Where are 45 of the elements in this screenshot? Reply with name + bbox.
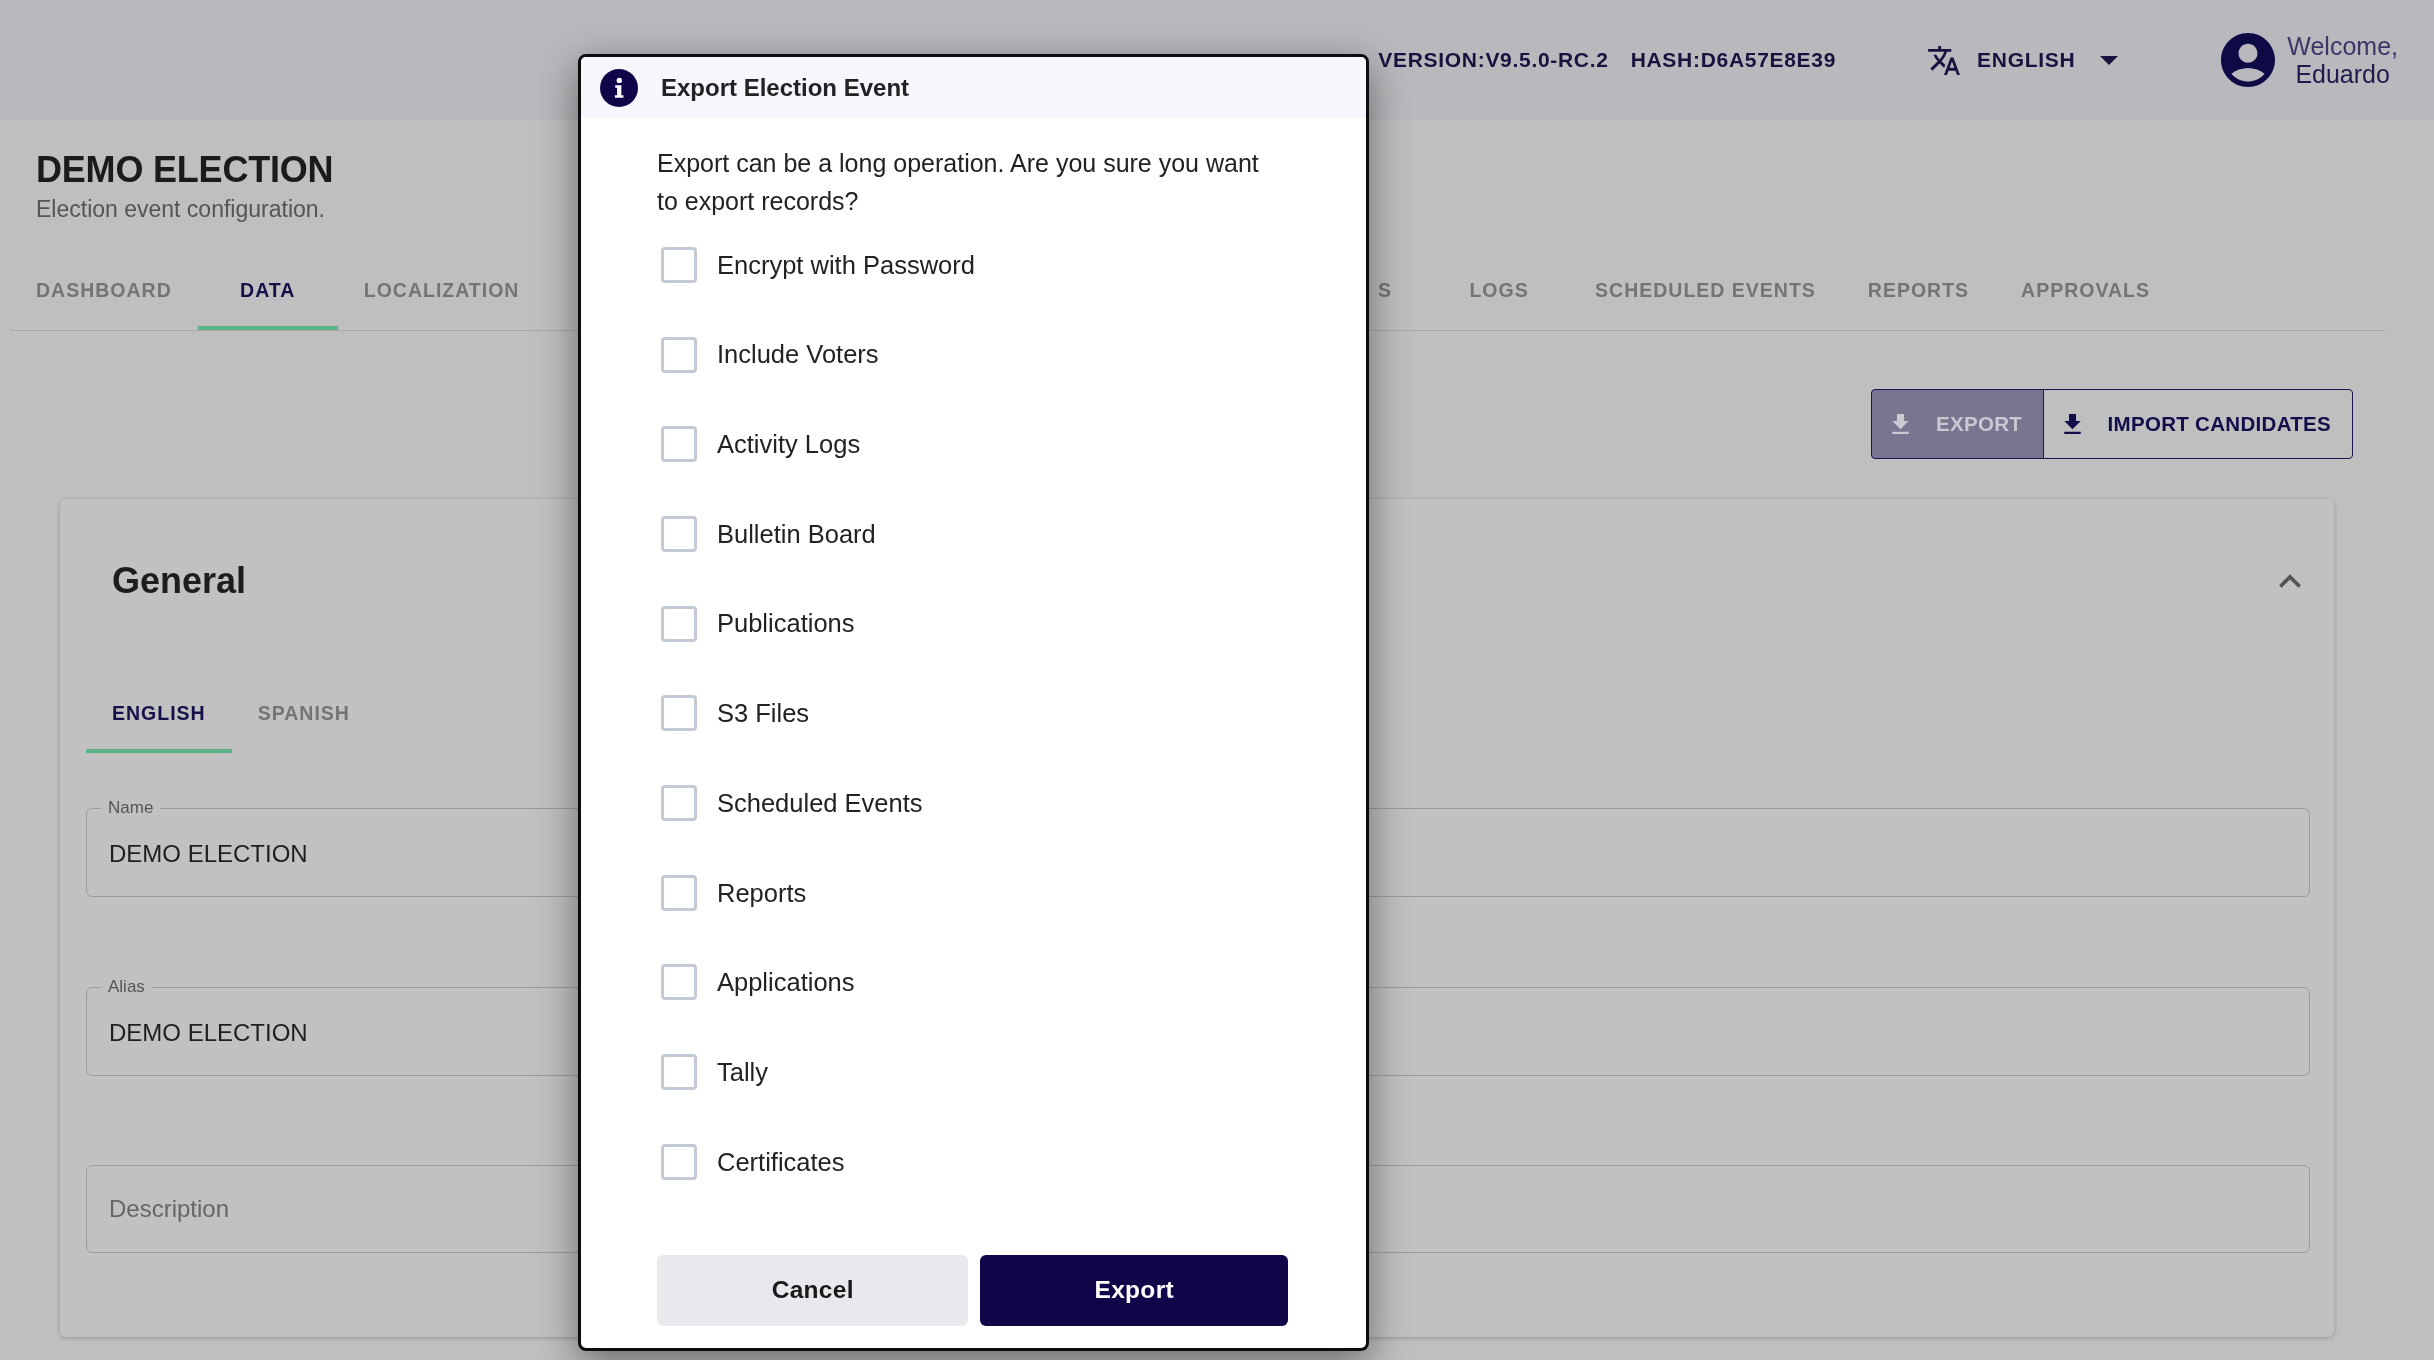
info-icon [600,68,638,107]
checkbox-label[interactable]: Include Voters [717,335,879,374]
checkbox-label[interactable]: Encrypt with Password [717,245,975,284]
checkbox[interactable] [661,605,697,642]
download-icon [2063,414,2081,434]
field-label: Name [107,798,155,818]
checkbox-label[interactable]: Reports [717,873,807,912]
field-label: Alias [107,977,146,997]
checkbox-label[interactable]: Publications [717,604,855,643]
checkbox[interactable] [661,964,697,1001]
checkbox-label[interactable]: S3 Files [717,694,810,733]
checkbox[interactable] [661,1143,697,1180]
toolbar-button[interactable]: IMPORT CANDIDATES [2042,389,2353,459]
page-title: DEMO ELECTION [36,149,334,191]
welcome-text: Welcome, [2287,32,2398,60]
hash-text: HASH:D6A57E8E39 [1630,47,1837,74]
translate-icon [1928,45,1961,75]
version-text: VERSION:V9.5.0-RC.2 [1378,47,1609,74]
language-button[interactable]: ENGLISH [1928,44,2119,76]
checkbox[interactable] [661,695,697,732]
checkbox[interactable] [661,515,697,552]
checkbox-label[interactable]: Bulletin Board [717,514,876,554]
avatar-icon[interactable] [2221,33,2276,87]
tab[interactable]: DATA [197,252,338,330]
language-tab[interactable]: ENGLISH [86,675,232,753]
checkbox-label[interactable]: Applications [717,963,855,1002]
checkbox[interactable] [661,784,697,821]
checkbox[interactable] [661,874,697,911]
cancel-button[interactable]: Cancel [657,1254,969,1326]
checkbox[interactable] [661,246,697,283]
chevron-up-icon[interactable] [2279,574,2301,588]
dialog-message: Export can be a long operation. Are you sure you want to export records? [657,148,1260,217]
dialog-title: Export Election Event [661,72,910,103]
checkbox-label[interactable]: Scheduled Events [717,783,923,823]
checkbox[interactable] [661,1054,697,1091]
confirm-button[interactable]: Export [980,1254,1288,1326]
checkbox-label[interactable]: Tally [717,1052,768,1092]
checkbox[interactable] [661,336,697,373]
page-subtitle: Election event configuration. [36,196,325,222]
section-title: General [112,559,247,603]
checkbox[interactable] [661,426,697,463]
checkbox-label[interactable]: Activity Logs [717,425,861,464]
user-name: Eduardo [2295,60,2390,88]
caret-icon [2100,55,2119,65]
download-icon [1892,414,1909,434]
